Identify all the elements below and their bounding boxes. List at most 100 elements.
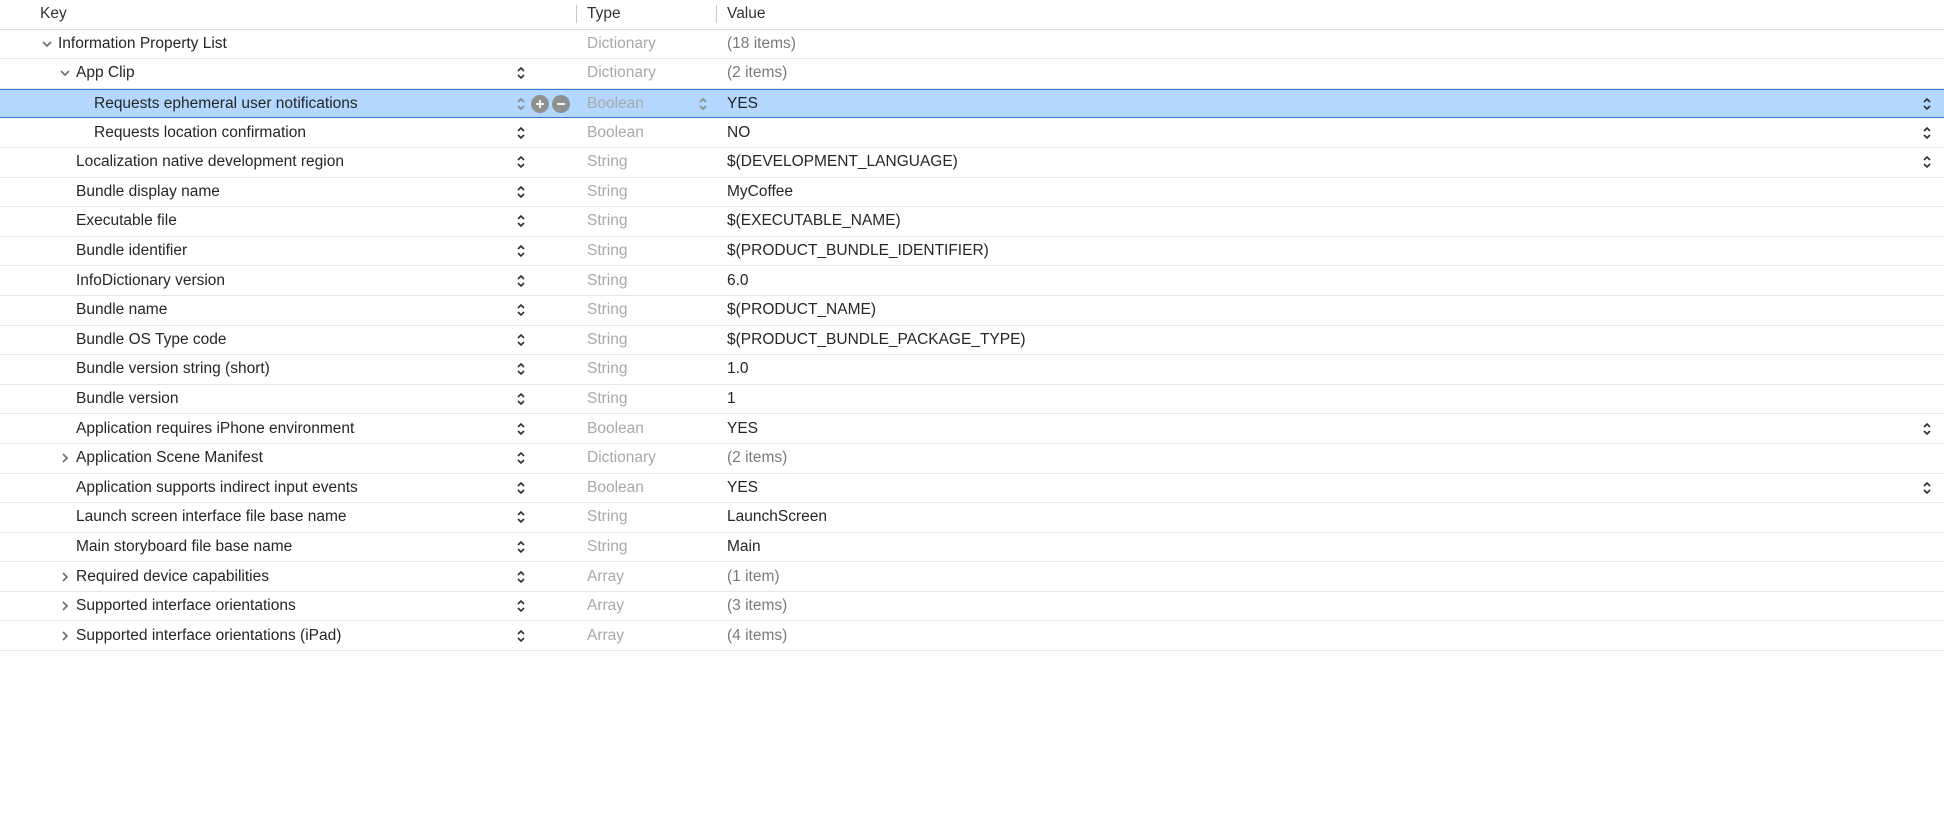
value-cell[interactable]: 1 [716,390,1944,408]
value-cell[interactable]: Main [716,538,1944,556]
key-stepper-icon[interactable] [514,95,528,113]
table-row[interactable]: Bundle display nameStringMyCoffee [0,178,1944,208]
table-row[interactable]: Bundle identifierString$(PRODUCT_BUNDLE_… [0,237,1944,267]
value-stepper-icon[interactable] [1920,95,1934,113]
key-cell[interactable]: Supported interface orientations [0,597,576,615]
value-cell[interactable]: MyCoffee [716,183,1944,201]
value-cell[interactable]: $(PRODUCT_BUNDLE_PACKAGE_TYPE) [716,331,1944,349]
value-cell[interactable]: (2 items) [716,64,1944,82]
value-cell[interactable]: $(PRODUCT_NAME) [716,301,1944,319]
table-row[interactable]: App ClipDictionary(2 items) [0,59,1944,89]
key-stepper-icon[interactable] [514,597,528,615]
type-stepper-icon[interactable] [696,95,710,113]
remove-row-button[interactable] [552,95,570,113]
table-row[interactable]: Executable fileString$(EXECUTABLE_NAME) [0,207,1944,237]
value-cell[interactable]: (2 items) [716,449,1944,467]
key-cell[interactable]: Launch screen interface file base name [0,508,576,526]
table-row[interactable]: Main storyboard file base nameStringMain [0,533,1944,563]
value-cell[interactable]: $(DEVELOPMENT_LANGUAGE) [716,153,1944,171]
value-cell[interactable]: NO [716,124,1944,142]
key-cell[interactable]: Supported interface orientations (iPad) [0,627,576,645]
type-cell[interactable]: Boolean [576,479,716,497]
table-row[interactable]: Localization native development regionSt… [0,148,1944,178]
table-row[interactable]: Launch screen interface file base nameSt… [0,503,1944,533]
value-cell[interactable]: (4 items) [716,627,1944,645]
key-stepper-icon[interactable] [514,479,528,497]
key-stepper-icon[interactable] [514,360,528,378]
key-cell[interactable]: InfoDictionary version [0,272,576,290]
type-cell[interactable]: Boolean [576,95,716,113]
table-row[interactable]: Supported interface orientations (iPad)A… [0,621,1944,651]
value-cell[interactable]: $(PRODUCT_BUNDLE_IDENTIFIER) [716,242,1944,260]
key-cell[interactable]: Application supports indirect input even… [0,479,576,497]
key-stepper-icon[interactable] [514,301,528,319]
table-row[interactable]: Application supports indirect input even… [0,474,1944,504]
chevron-right-icon[interactable] [58,629,72,643]
type-cell[interactable]: Dictionary [576,64,716,82]
value-cell[interactable]: (1 item) [716,568,1944,586]
table-row[interactable]: Bundle versionString1 [0,385,1944,415]
key-stepper-icon[interactable] [514,64,528,82]
table-row[interactable]: Requests location confirmationBooleanNO [0,118,1944,148]
key-stepper-icon[interactable] [514,538,528,556]
key-cell[interactable]: App Clip [0,64,576,82]
type-cell[interactable]: Dictionary [576,449,716,467]
key-stepper-icon[interactable] [514,212,528,230]
key-cell[interactable]: Application requires iPhone environment [0,420,576,438]
value-stepper-icon[interactable] [1920,420,1934,438]
key-stepper-icon[interactable] [514,272,528,290]
chevron-right-icon[interactable] [58,570,72,584]
key-cell[interactable]: Executable file [0,212,576,230]
value-cell[interactable]: $(EXECUTABLE_NAME) [716,212,1944,230]
type-cell[interactable]: String [576,508,716,526]
type-cell[interactable]: String [576,390,716,408]
column-header-type[interactable]: Type [576,5,716,23]
key-cell[interactable]: Main storyboard file base name [0,538,576,556]
chevron-down-icon[interactable] [40,37,54,51]
type-cell[interactable]: String [576,212,716,230]
key-cell[interactable]: Bundle version [0,390,576,408]
value-cell[interactable]: (18 items) [716,35,1944,53]
value-cell[interactable]: YES [716,479,1944,497]
type-cell[interactable]: Array [576,627,716,645]
table-row[interactable]: InfoDictionary versionString6.0 [0,266,1944,296]
key-cell[interactable]: Requests location confirmation [0,124,576,142]
key-stepper-icon[interactable] [514,449,528,467]
value-cell[interactable]: YES [716,420,1944,438]
add-row-button[interactable] [531,95,549,113]
column-header-key[interactable]: Key [0,5,576,23]
type-cell[interactable]: String [576,153,716,171]
key-cell[interactable]: Bundle identifier [0,242,576,260]
key-stepper-icon[interactable] [514,420,528,438]
key-stepper-icon[interactable] [514,568,528,586]
type-cell[interactable]: String [576,242,716,260]
key-cell[interactable]: Information Property List [0,35,576,53]
type-cell[interactable]: String [576,183,716,201]
key-cell[interactable]: Application Scene Manifest [0,449,576,467]
table-row[interactable]: Application Scene ManifestDictionary(2 i… [0,444,1944,474]
type-cell[interactable]: String [576,301,716,319]
type-cell[interactable]: String [576,360,716,378]
table-row[interactable]: Information Property ListDictionary(18 i… [0,30,1944,60]
value-stepper-icon[interactable] [1920,124,1934,142]
chevron-right-icon[interactable] [58,599,72,613]
table-row[interactable]: Bundle OS Type codeString$(PRODUCT_BUNDL… [0,326,1944,356]
key-stepper-icon[interactable] [514,124,528,142]
table-row[interactable]: Application requires iPhone environmentB… [0,414,1944,444]
value-cell[interactable]: 1.0 [716,360,1944,378]
table-row[interactable]: Bundle version string (short)String1.0 [0,355,1944,385]
key-cell[interactable]: Bundle OS Type code [0,331,576,349]
table-row[interactable]: Requests ephemeral user notificationsBoo… [0,89,1944,119]
key-cell[interactable]: Bundle display name [0,183,576,201]
table-row[interactable]: Required device capabilitiesArray(1 item… [0,562,1944,592]
value-cell[interactable]: LaunchScreen [716,508,1944,526]
key-stepper-icon[interactable] [514,153,528,171]
chevron-down-icon[interactable] [58,66,72,80]
type-cell[interactable]: Boolean [576,124,716,142]
key-stepper-icon[interactable] [514,390,528,408]
type-cell[interactable]: Boolean [576,420,716,438]
key-cell[interactable]: Requests ephemeral user notifications [0,95,576,113]
value-stepper-icon[interactable] [1920,479,1934,497]
key-cell[interactable]: Bundle version string (short) [0,360,576,378]
table-row[interactable]: Bundle nameString$(PRODUCT_NAME) [0,296,1944,326]
